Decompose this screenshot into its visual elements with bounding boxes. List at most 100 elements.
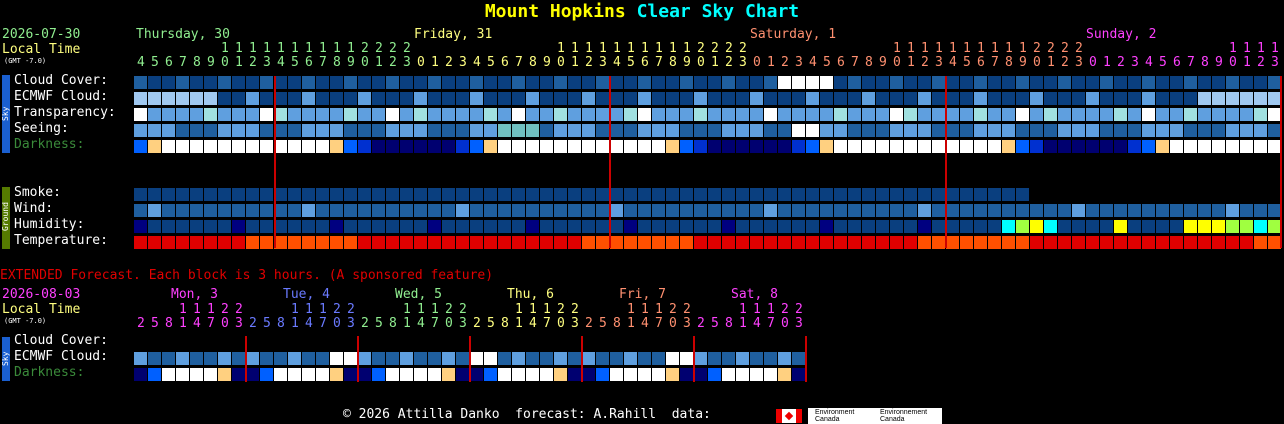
temperature-cell	[988, 236, 1001, 249]
darkness-cell	[428, 140, 441, 153]
seeing-cell	[330, 124, 343, 137]
ecmwf-cloud-cell	[456, 92, 469, 105]
canada-flag-icon	[776, 409, 802, 423]
humidity-cell	[358, 220, 371, 233]
hour-tens: 1	[333, 41, 341, 56]
temperature-cell	[974, 236, 987, 249]
ext-hour-tens: 2	[781, 302, 789, 317]
day-label-sunday[interactable]: Sunday, 2	[1086, 28, 1156, 42]
cloud-cover-cell	[344, 76, 357, 89]
darkness-cell	[722, 140, 735, 153]
transparency-cell	[176, 108, 189, 121]
humidity-cell	[750, 220, 763, 233]
ext-darkness-cell	[456, 368, 469, 381]
cloud-cover-cell	[722, 76, 735, 89]
humidity-cell	[1198, 220, 1211, 233]
darkness-cell	[1114, 140, 1127, 153]
humidity-cell	[470, 220, 483, 233]
cloud-cover-cell	[624, 76, 637, 89]
ext-hour-units: 4	[753, 316, 761, 331]
ext-hour-units: 5	[599, 316, 607, 331]
day-label-thursday[interactable]: Thursday, 30	[136, 28, 230, 42]
humidity-cell	[862, 220, 875, 233]
ecmwf-cloud-cell	[540, 92, 553, 105]
hour-tens: 1	[907, 41, 915, 56]
smoke-cell	[568, 188, 581, 201]
wind-cell	[400, 204, 413, 217]
smoke-cell	[330, 188, 343, 201]
ecmwf-cloud-cell	[778, 92, 791, 105]
hour-tens: 1	[669, 41, 677, 56]
humidity-cell	[344, 220, 357, 233]
ext-darkness-cell	[750, 368, 763, 381]
hour-units: 8	[193, 55, 201, 70]
temperature-cell	[904, 236, 917, 249]
smoke-cell	[932, 188, 945, 201]
wind-cell	[1030, 204, 1043, 217]
wind-cell	[1184, 204, 1197, 217]
cloud-cover-cell	[1142, 76, 1155, 89]
wind-cell	[1170, 204, 1183, 217]
hour-units: 3	[403, 55, 411, 70]
ext-hour-units: 4	[417, 316, 425, 331]
wind-cell	[386, 204, 399, 217]
logo-text-en: Environment Canada	[815, 409, 855, 423]
hour-tens: 2	[375, 41, 383, 56]
hour-tens: 1	[1005, 41, 1013, 56]
smoke-cell	[834, 188, 847, 201]
darkness-cell	[960, 140, 973, 153]
seeing-cell	[932, 124, 945, 137]
wind-cell	[680, 204, 693, 217]
darkness-cell	[890, 140, 903, 153]
wind-cell	[1002, 204, 1015, 217]
seeing-cell	[862, 124, 875, 137]
humidity-cell	[1016, 220, 1029, 233]
transparency-cell	[512, 108, 525, 121]
humidity-cell	[540, 220, 553, 233]
cloud-cover-cell	[862, 76, 875, 89]
ecmwf-cloud-cell	[862, 92, 875, 105]
ext-day-label[interactable]: Tue, 4	[283, 288, 330, 302]
darkness-cell	[1128, 140, 1141, 153]
wind-cell	[932, 204, 945, 217]
ext-day-label[interactable]: Fri, 7	[619, 288, 666, 302]
ext-day-label[interactable]: Wed, 5	[395, 288, 442, 302]
ext-ecmwf-cell	[204, 352, 217, 365]
seeing-cell	[596, 124, 609, 137]
ext-hour-tens: 2	[445, 302, 453, 317]
ecmwf-cloud-cell	[302, 92, 315, 105]
ext-day-label[interactable]: Sat, 8	[731, 288, 778, 302]
hour-tens: 1	[305, 41, 313, 56]
darkness-cell	[1142, 140, 1155, 153]
ecmwf-cloud-cell	[736, 92, 749, 105]
transparency-cell	[526, 108, 539, 121]
ext-day-label[interactable]: Mon, 3	[171, 288, 218, 302]
cloud-cover-cell	[764, 76, 777, 89]
wind-cell	[456, 204, 469, 217]
humidity-cell	[148, 220, 161, 233]
hour-units: 8	[1201, 55, 1209, 70]
ext-hour-tens: 1	[291, 302, 299, 317]
ecmwf-cloud-cell	[946, 92, 959, 105]
wind-cell	[890, 204, 903, 217]
ext-day-label[interactable]: Thu, 6	[507, 288, 554, 302]
day-label-friday[interactable]: Friday, 31	[414, 28, 492, 42]
transparency-cell	[1086, 108, 1099, 121]
cloud-cover-cell	[904, 76, 917, 89]
hour-tens: 1	[991, 41, 999, 56]
temperature-cell	[148, 236, 161, 249]
ecmwf-cloud-cell	[974, 92, 987, 105]
seeing-cell	[638, 124, 651, 137]
hour-tens: 1	[963, 41, 971, 56]
ecmwf-cloud-cell	[722, 92, 735, 105]
seeing-cell	[1030, 124, 1043, 137]
ext-hour-tens: 1	[655, 302, 663, 317]
day-label-saturday[interactable]: Saturday, 1	[750, 28, 836, 42]
ext-hour-units: 4	[193, 316, 201, 331]
ext-hour-tens: 1	[179, 302, 187, 317]
cloud-cover-cell	[1226, 76, 1239, 89]
hour-tens: 1	[655, 41, 663, 56]
ext-ecmwf-cell	[344, 352, 357, 365]
ecmwf-cloud-cell	[1254, 92, 1267, 105]
ext-hour-tens: 1	[641, 302, 649, 317]
